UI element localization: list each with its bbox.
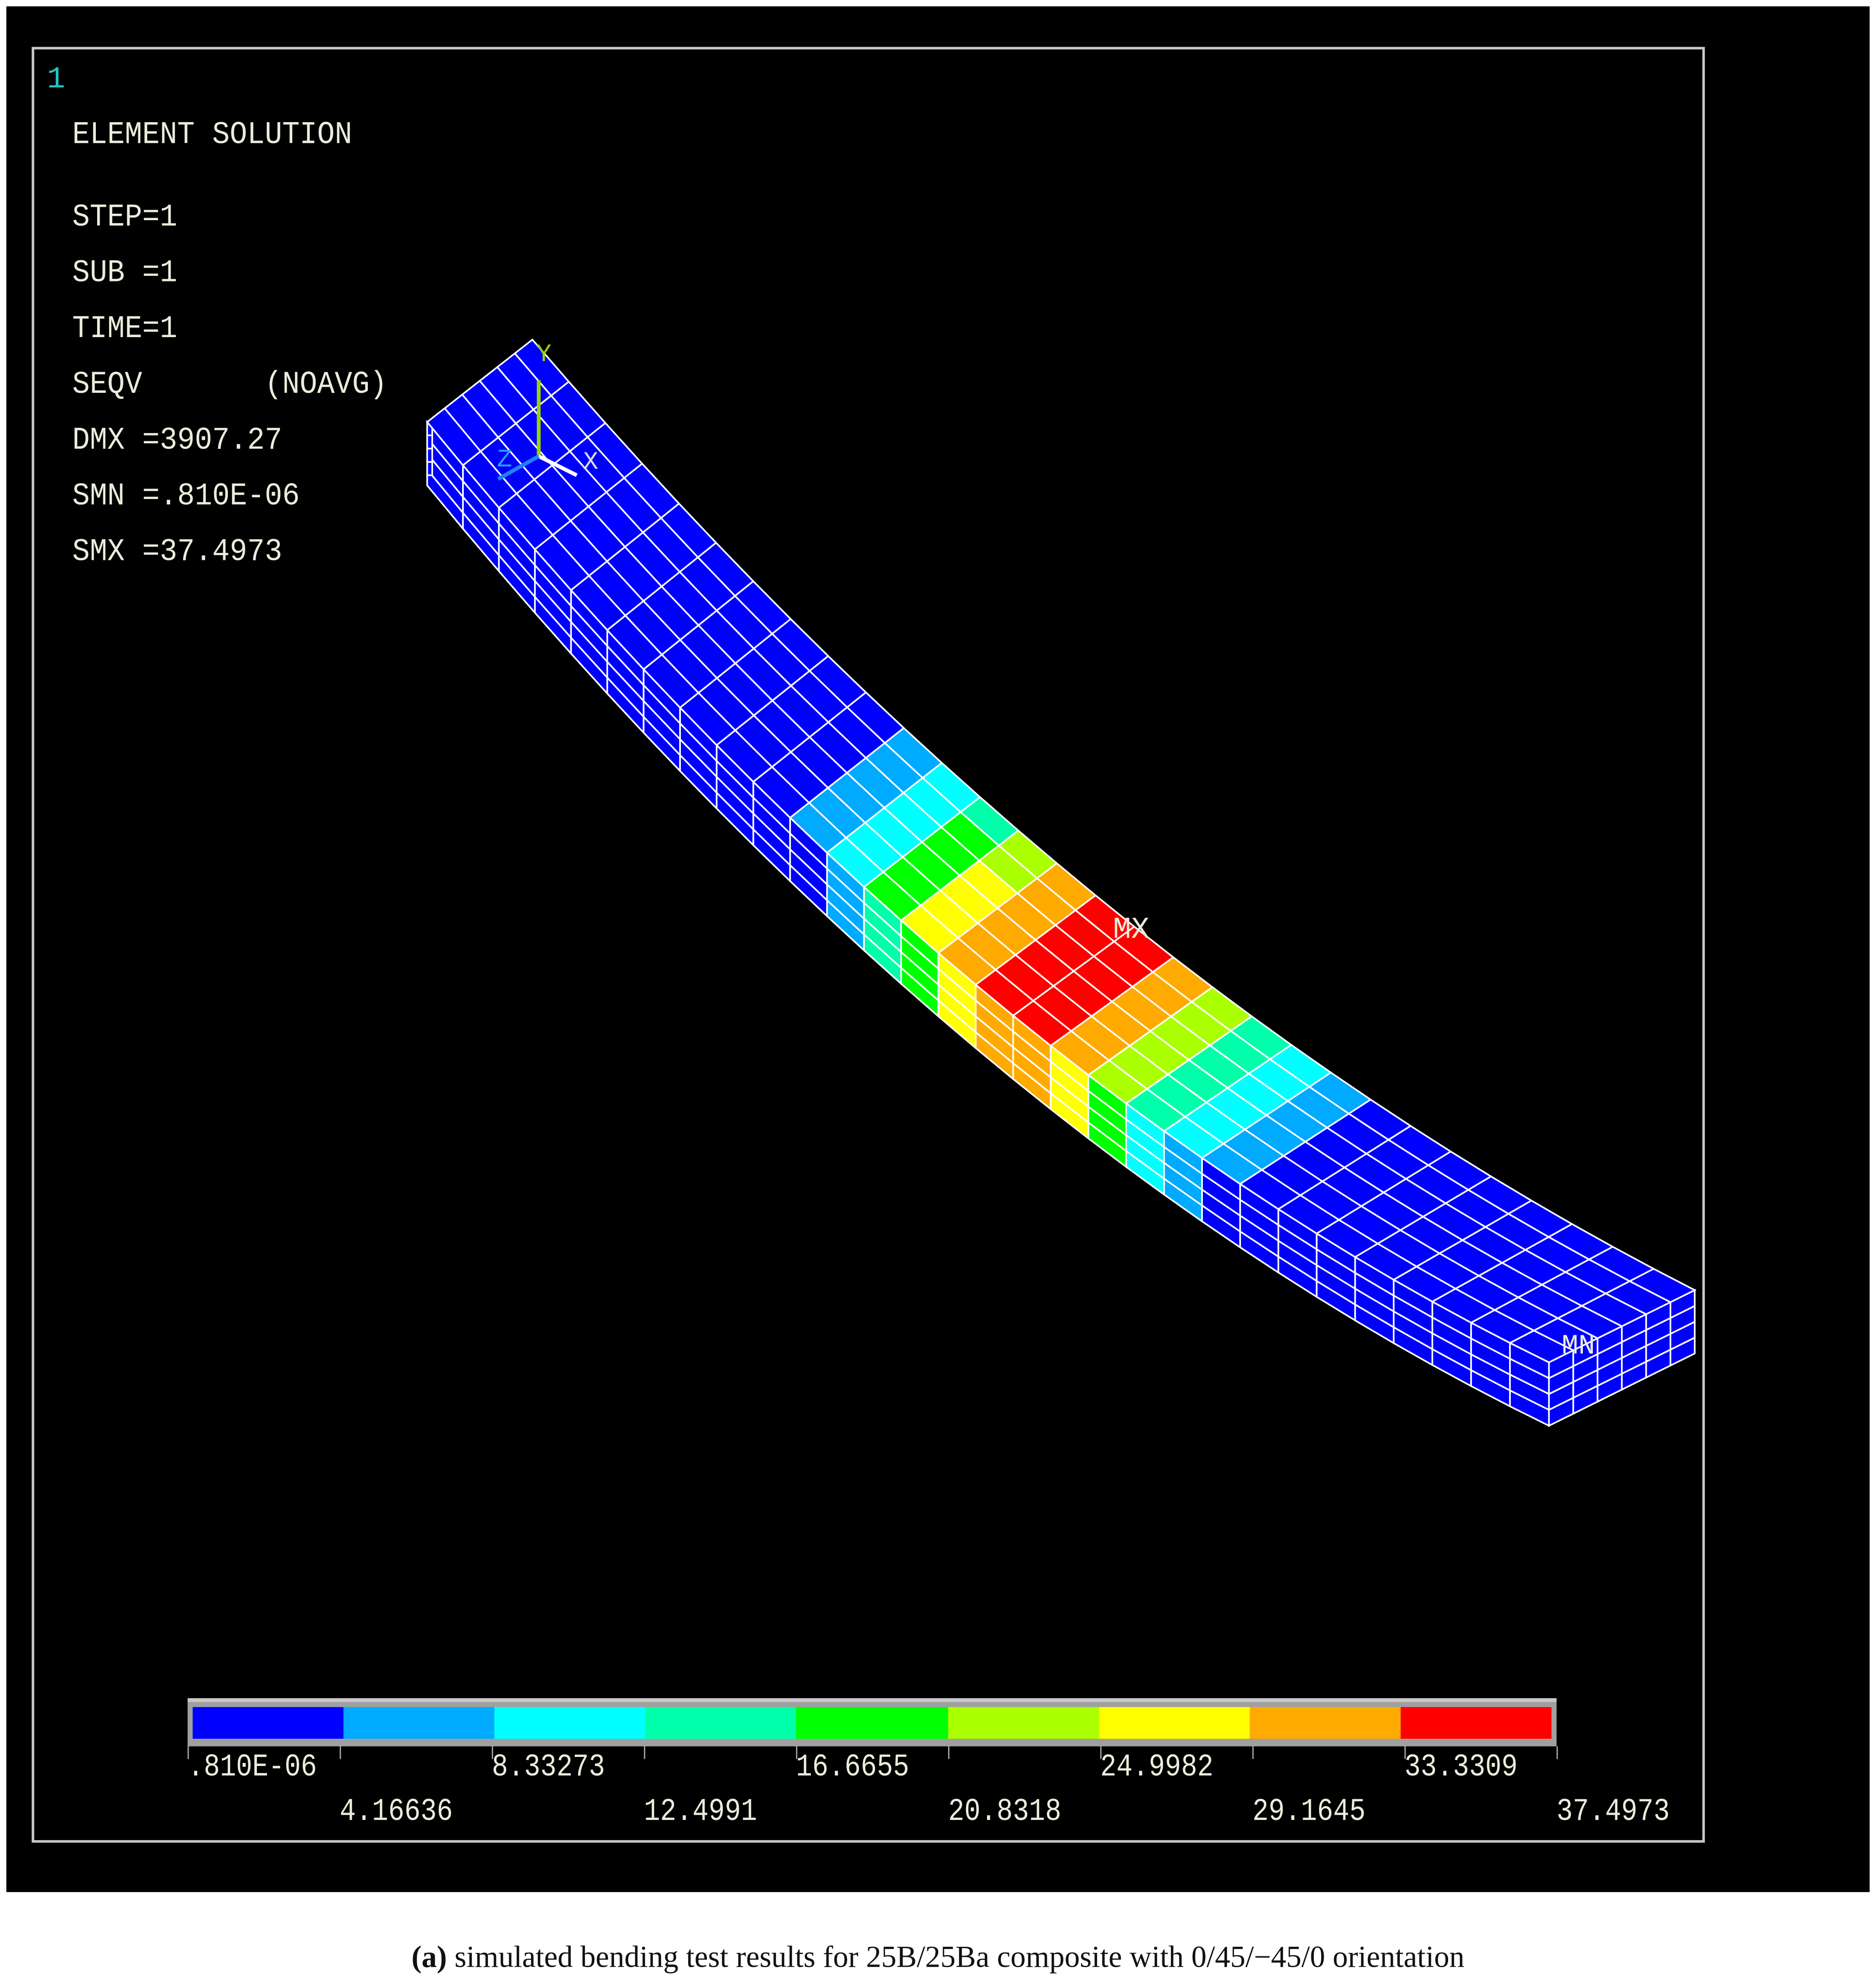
- legend-label: 20.8318: [948, 1793, 1062, 1830]
- legend-label: 12.4991: [644, 1793, 757, 1830]
- legend-tick: [644, 1746, 645, 1759]
- beam-end-element: [426, 461, 433, 476]
- legend-label: 4.16636: [339, 1793, 453, 1830]
- z-axis-label: Z: [497, 445, 512, 474]
- caption-text: simulated bending test results for 25B/2…: [447, 1941, 1465, 1974]
- legend-tick: [1556, 1746, 1558, 1759]
- legend-swatch: [947, 1707, 1099, 1739]
- legend-swatch: [193, 1707, 344, 1739]
- figure: 1 ELEMENT SOLUTION STEP=1 SUB =1 TIME=1 …: [0, 0, 1876, 1987]
- legend-swatch: [1250, 1707, 1401, 1739]
- legend-label: 29.1645: [1252, 1793, 1366, 1830]
- legend-label: 33.3309: [1404, 1749, 1518, 1786]
- beam-contour-plot: Y X Z MX MN: [426, 338, 1697, 1427]
- legend-label: 8.33273: [492, 1749, 605, 1786]
- legend-swatch: [796, 1707, 948, 1739]
- figure-caption: (a) simulated bending test results for 2…: [0, 1942, 1876, 1976]
- legend-swatch: [343, 1707, 495, 1739]
- legend-label: 37.4973: [1556, 1793, 1670, 1830]
- legend-tick: [339, 1746, 341, 1759]
- legend-label: .810E-06: [187, 1749, 317, 1786]
- min-marker-label: MN: [1562, 1330, 1595, 1362]
- beam-end-element: [426, 448, 433, 463]
- contour-legend-bar: [187, 1698, 1557, 1747]
- beam-end-element: [426, 434, 433, 450]
- legend-tick: [1252, 1746, 1254, 1759]
- legend-swatch: [645, 1707, 797, 1739]
- legend-swatch: [1400, 1707, 1552, 1739]
- y-axis-label: Y: [536, 340, 551, 369]
- caption-prefix: (a): [411, 1941, 447, 1974]
- legend-tick: [948, 1746, 949, 1759]
- legend-label: 24.9982: [1100, 1749, 1214, 1786]
- x-axis-label: X: [583, 448, 598, 477]
- legend-swatch: [1098, 1707, 1250, 1739]
- max-marker-label: MX: [1113, 913, 1150, 947]
- legend-swatch: [494, 1707, 646, 1739]
- legend-label: 16.6655: [796, 1749, 909, 1786]
